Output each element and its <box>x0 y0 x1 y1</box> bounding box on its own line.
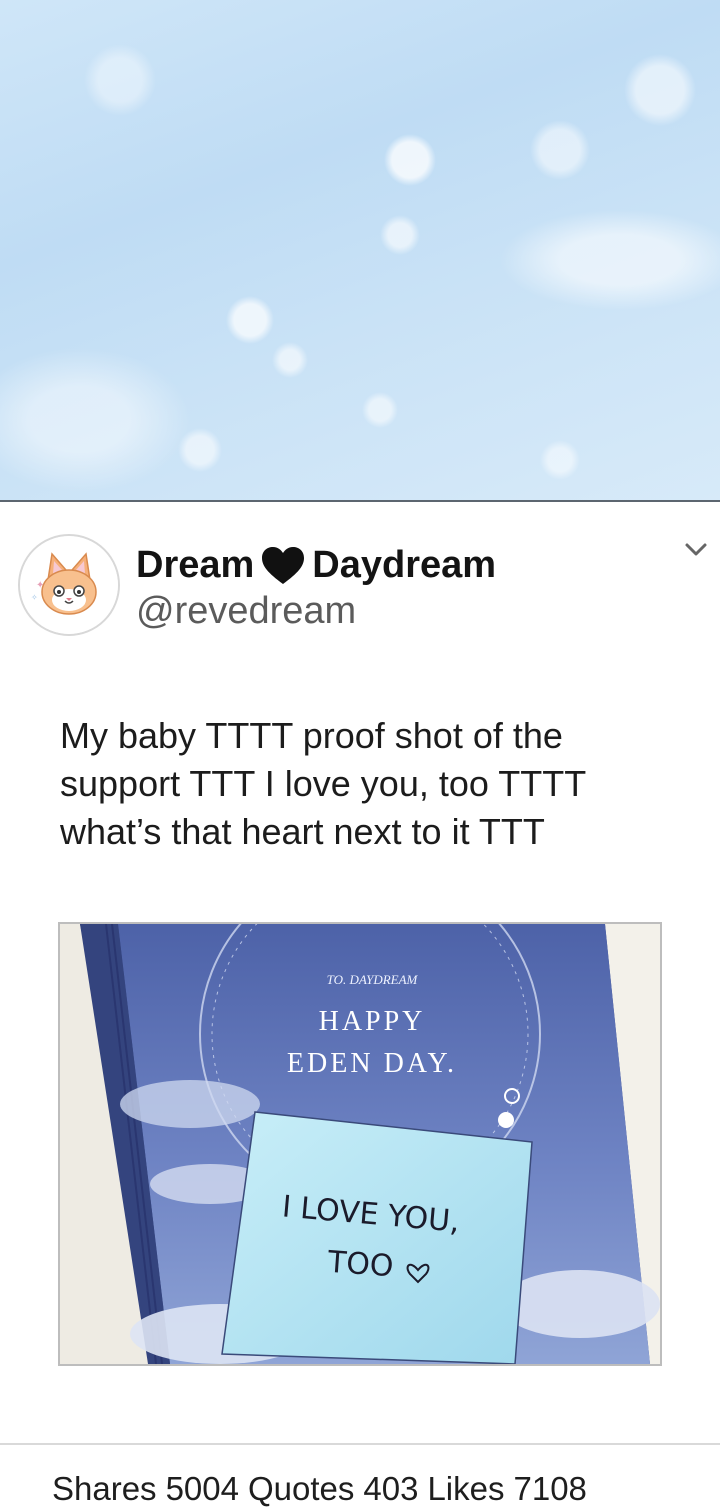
display-name-part2: Daydream <box>312 544 497 586</box>
likes-label[interactable]: Likes <box>427 1470 504 1507</box>
black-heart-icon <box>262 546 305 584</box>
user-handle[interactable]: @revedream <box>136 590 356 633</box>
likes-count[interactable]: 7108 <box>514 1470 587 1507</box>
photo-illustration: TO. DAYDREAM HAPPY EDEN DAY. I LOVE YOU,… <box>60 924 660 1364</box>
cat-face-icon: ✦ ✧ <box>20 536 118 634</box>
note-line2-text: TOO <box>326 1245 395 1285</box>
display-name-part1: Dream <box>136 544 255 586</box>
tweet-text: My baby TTTT proof shot of the support T… <box>60 715 586 852</box>
card-to-text: TO. DAYDREAM <box>327 972 419 987</box>
tweet-stats: Shares 5004 Quotes 403 Likes 7108 <box>52 1470 596 1508</box>
avatar[interactable]: ✦ ✧ <box>18 534 120 636</box>
chevron-down-icon[interactable] <box>682 540 710 560</box>
panel-divider <box>0 500 720 502</box>
svg-text:✦: ✦ <box>36 580 44 591</box>
tweet-photo[interactable]: TO. DAYDREAM HAPPY EDEN DAY. I LOVE YOU,… <box>58 922 662 1366</box>
quotes-count[interactable]: 403 <box>363 1470 418 1507</box>
sticky-note <box>221 1111 533 1364</box>
card-line1-text: HAPPY <box>319 1006 426 1037</box>
shares-label[interactable]: Shares <box>52 1470 157 1507</box>
sky-background-art <box>0 0 720 500</box>
shares-count[interactable]: 5004 <box>166 1470 239 1507</box>
stats-divider <box>0 1443 720 1445</box>
quotes-label[interactable]: Quotes <box>248 1470 354 1507</box>
svg-text:✧: ✧ <box>31 593 38 602</box>
display-name[interactable]: Dream Daydream <box>136 544 496 587</box>
card-line2-text: EDEN DAY. <box>287 1048 457 1079</box>
